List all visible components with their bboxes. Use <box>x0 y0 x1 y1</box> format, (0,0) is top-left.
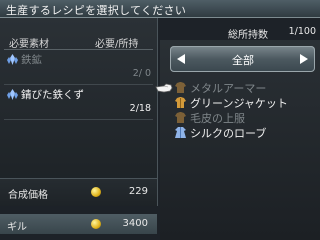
recipe-item[interactable]: メタルアーマー <box>174 80 266 95</box>
category-label: 全部 <box>232 54 254 67</box>
armor-icon <box>175 96 186 108</box>
material-quantity: 2/ 0 <box>132 68 151 79</box>
material-name: 鉄鉱 <box>21 54 42 66</box>
inventory-value: 1/100 <box>288 26 316 37</box>
price-label: 合成価格 <box>8 190 48 201</box>
price-value: 229 <box>128 186 148 197</box>
chevron-left-icon <box>177 54 185 64</box>
recipe-name: シルクのローブ <box>190 126 267 140</box>
prev-category-button[interactable] <box>174 51 188 67</box>
page-title: 生産するレシピを選択してください <box>6 4 187 17</box>
title-bar: 生産するレシピを選択してください <box>0 0 320 18</box>
row-divider <box>4 119 153 120</box>
gil-label: ギル <box>7 222 27 233</box>
recipe-name: 毛皮の上服 <box>190 111 245 125</box>
crystal-icon <box>7 89 18 100</box>
recipe-name: メタルアーマー <box>190 81 267 95</box>
gil-value: 3400 <box>122 218 148 229</box>
gil-coin-icon <box>91 187 101 197</box>
material-quantity: 2/18 <box>129 103 151 114</box>
armor-icon <box>175 81 186 93</box>
inventory-label: 総所持数 <box>228 30 268 41</box>
chevron-right-icon <box>300 54 308 64</box>
material-row[interactable]: 鉄鉱 2/ 0 <box>6 52 154 82</box>
inventory-count: 総所持数 1/100 <box>224 26 320 41</box>
armor-icon <box>175 111 186 123</box>
recipe-item[interactable]: グリーンジャケット <box>174 95 288 110</box>
material-name: 錆びた鉄くず <box>21 89 84 101</box>
recipe-name: グリーンジャケット <box>190 96 288 110</box>
recipe-item[interactable]: シルクのローブ <box>174 125 266 140</box>
gil-coin-icon <box>91 219 101 229</box>
quantity-column-header: 必要/所持 <box>95 39 139 50</box>
gil-bar: ギル 3400 <box>0 214 157 234</box>
synthesis-price-bar: 合成価格 229 <box>0 178 157 206</box>
material-column-header: 必要素材 <box>9 39 49 50</box>
crystal-icon <box>7 54 18 65</box>
next-category-button[interactable] <box>297 51 311 67</box>
robe-icon <box>175 126 186 138</box>
hand-cursor-icon <box>155 83 173 93</box>
row-divider <box>4 84 153 85</box>
material-row[interactable]: 錆びた鉄くず 2/18 <box>6 87 154 117</box>
category-selector[interactable]: 全部 <box>170 46 315 72</box>
header-divider <box>4 49 153 50</box>
recipe-item[interactable]: 毛皮の上服 <box>174 110 245 125</box>
